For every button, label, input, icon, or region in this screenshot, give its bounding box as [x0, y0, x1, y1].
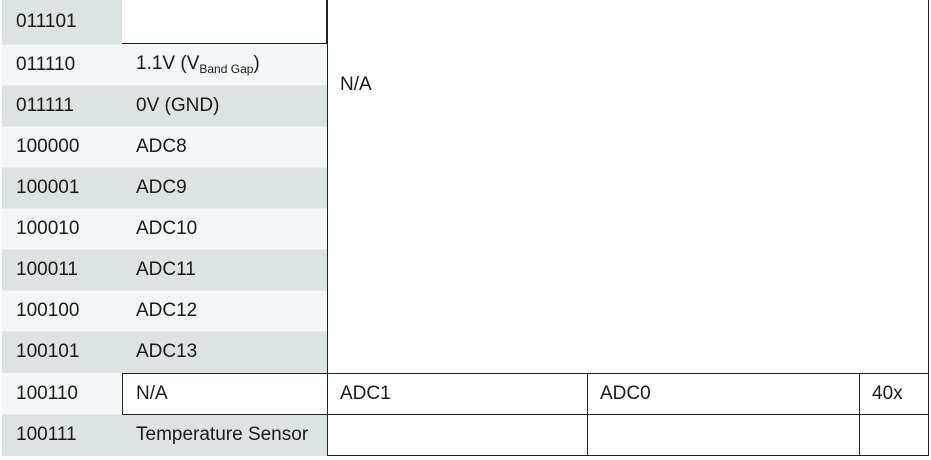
cell-text: 0V (GND) — [136, 94, 220, 116]
table-cell-code: 011110 — [2, 44, 122, 85]
cell-text: 100110 — [16, 382, 78, 404]
cell-text: ADC12 — [136, 299, 198, 321]
cell-text: ADC1 — [340, 383, 391, 404]
table-cell-desc: ADC11 — [122, 249, 327, 290]
table-cell-positive-input — [328, 415, 587, 455]
grid-line — [122, 373, 929, 374]
cell-text: Temperature Sensor — [136, 424, 309, 445]
table-cell-code: 100100 — [2, 290, 122, 331]
table-cell-code: 100010 — [2, 208, 122, 249]
grid-line — [327, 455, 929, 456]
table-cell-desc — [122, 0, 327, 44]
table-cell-desc: ADC12 — [122, 290, 327, 331]
grid-line — [122, 414, 929, 415]
cell-text: 100111 — [16, 424, 77, 445]
table-cell-code: 011111 — [2, 85, 122, 126]
table-cell-code: 100001 — [2, 167, 122, 208]
grid-line — [859, 373, 860, 456]
table-cell-desc: ADC9 — [122, 167, 327, 208]
cell-text: 100101 — [16, 341, 80, 362]
table-cell-code: 100101 — [2, 331, 122, 373]
table-cell-code: 100000 — [2, 126, 122, 167]
merged-na-cell: N/A — [340, 74, 372, 95]
table-cell-negative-input: ADC0 — [588, 373, 859, 415]
table-cell-desc: ADC10 — [122, 208, 327, 249]
cell-text: ADC9 — [136, 176, 187, 198]
cell-text: ADC8 — [136, 135, 187, 157]
cell-text: 1.1V (VBand Gap) — [136, 53, 260, 76]
grid-line — [327, 0, 328, 456]
table-cell-desc: 0V (GND) — [122, 85, 327, 126]
table-cell-desc: Temperature Sensor — [122, 414, 327, 456]
cell-text: 100010 — [16, 217, 80, 239]
cell-text: ADC11 — [136, 258, 196, 280]
cell-text: N/A — [136, 383, 168, 404]
table-cell-desc: ADC8 — [122, 126, 327, 167]
table-cell-gain — [860, 415, 929, 455]
cell-text: 011111 — [16, 94, 74, 116]
table-cell-code: 100011 — [2, 249, 122, 290]
table-cell-code: 100110 — [2, 373, 122, 414]
cell-text: 100011 — [16, 258, 78, 280]
grid-line — [122, 373, 123, 415]
cell-text: ADC10 — [136, 217, 198, 239]
cell-text: 100001 — [16, 176, 80, 198]
cell-text: 100000 — [16, 135, 80, 157]
table-cell-positive-input: ADC1 — [328, 373, 587, 415]
cell-text: 100100 — [16, 299, 80, 321]
cell-text: 011110 — [16, 53, 76, 75]
cell-text: 40x — [872, 383, 903, 404]
table-cell-gain: 40x — [860, 373, 929, 415]
cell-text: 011101 — [16, 11, 77, 32]
cell-text: ADC0 — [600, 383, 651, 404]
table-cell-code: 100111 — [2, 414, 122, 456]
table-cell-desc: N/A — [122, 373, 328, 415]
table-cell-desc: 1.1V (VBand Gap) — [122, 44, 327, 85]
table-cell-code: 011101 — [2, 0, 122, 44]
grid-line — [928, 0, 929, 456]
table-cell-desc: ADC13 — [122, 331, 327, 373]
grid-line — [587, 373, 588, 456]
cell-text: ADC13 — [136, 341, 198, 362]
table-cell-negative-input — [588, 415, 859, 455]
